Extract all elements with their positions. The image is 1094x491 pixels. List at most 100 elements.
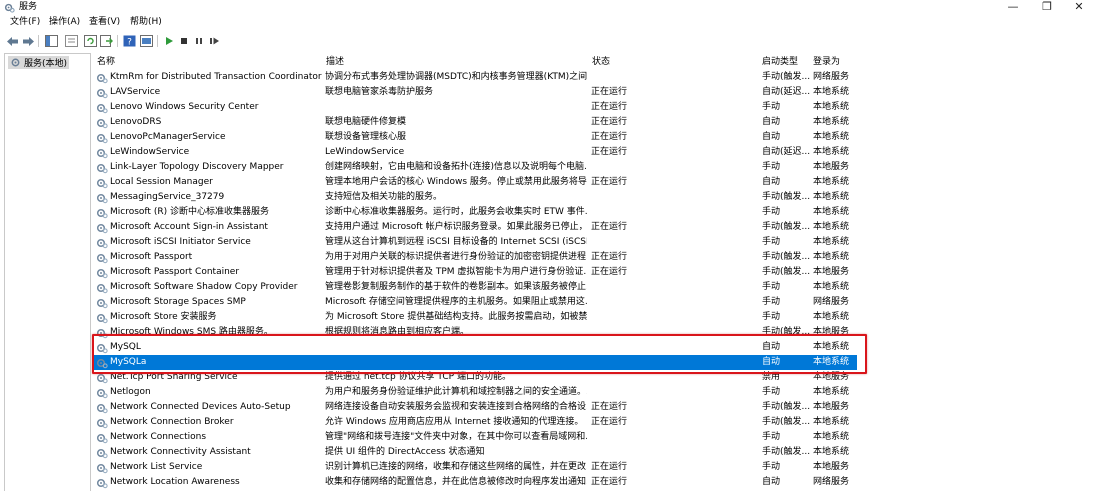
table-row[interactable]: MySQL 自动 本地系统 xyxy=(94,340,1094,355)
service-startup-type-cell: 手动(触发... xyxy=(762,252,811,262)
close-button[interactable]: ✕ xyxy=(1062,0,1094,15)
service-description-cell: 根据规则将消息路由到相应客户端。 xyxy=(325,327,470,337)
service-name-cell: MySQLa xyxy=(110,357,147,367)
service-startup-type-cell: 手动 xyxy=(762,162,781,172)
table-row[interactable]: Link-Layer Topology Discovery Mapper 创建网络… xyxy=(94,160,1094,175)
table-row[interactable]: Network Connected Devices Auto-Setup 网络连接… xyxy=(94,400,1094,415)
service-logon-cell: 本地系统 xyxy=(813,177,850,187)
service-gear-icon xyxy=(96,117,108,129)
service-gear-icon xyxy=(96,162,108,174)
table-row[interactable]: Microsoft Store 安装服务 为 Microsoft Store 提供… xyxy=(94,310,1094,325)
table-row[interactable]: Microsoft Passport Container 管理用于针对标识提供者及… xyxy=(94,265,1094,280)
service-description-cell: 提供 UI 组件的 DirectAccess 状态通知 xyxy=(325,447,485,457)
export-icon[interactable] xyxy=(99,34,113,48)
service-startup-type-cell: 手动 xyxy=(762,312,781,322)
table-row[interactable]: MySQLa 自动 本地系统 xyxy=(94,355,1094,370)
service-gear-icon xyxy=(96,312,108,324)
maximize-button[interactable]: ❐ xyxy=(1030,0,1064,15)
service-name-cell: Microsoft Windows SMS 路由器服务。 xyxy=(110,327,273,337)
column-header-name[interactable]: 名称 xyxy=(94,55,324,69)
refresh-icon[interactable] xyxy=(83,34,97,48)
service-gear-icon xyxy=(96,87,108,99)
tree-item-services-local[interactable]: 服务(本地) xyxy=(8,56,70,69)
table-row[interactable]: MessagingService_37279 支持短信及相关功能的服务。 手动(触发… xyxy=(94,190,1094,205)
table-row[interactable]: LenovoPcManagerService 联想设备管理核心服 正在运行 自动 本地系… xyxy=(94,130,1094,145)
console-tree-icon[interactable] xyxy=(44,34,58,48)
table-row[interactable]: Network Connectivity Assistant 提供 UI 组件的 … xyxy=(94,445,1094,460)
table-row[interactable]: Netlogon 为用户和服务身份验证维护此计算机和域控制器之间的安全通道。...… xyxy=(94,385,1094,400)
menu-help[interactable]: 帮助(H) xyxy=(128,16,164,28)
service-logon-cell: 本地服务 xyxy=(813,462,850,472)
service-name-cell: Microsoft Store 安装服务 xyxy=(110,312,217,322)
service-name-cell: MessagingService_37279 xyxy=(110,192,225,202)
service-name-cell: LAVService xyxy=(110,87,161,97)
service-gear-icon xyxy=(96,207,108,219)
table-row[interactable]: Network Location Awareness 收集和存储网络的配置信息，并… xyxy=(94,475,1094,490)
restart-icon[interactable] xyxy=(207,34,221,48)
column-header-status[interactable]: 状态 xyxy=(589,55,761,69)
properties-icon[interactable] xyxy=(64,34,78,48)
table-row[interactable]: Network List Service 识别计算机已连接的网络，收集和存储这些网… xyxy=(94,460,1094,475)
table-row[interactable]: Microsoft Storage Spaces SMP Microsoft 存储… xyxy=(94,295,1094,310)
forward-arrow-icon[interactable] xyxy=(21,34,35,48)
table-row[interactable]: Net.Tcp Port Sharing Service 提供通过 net.tcp… xyxy=(94,370,1094,385)
table-row[interactable]: LeWindowService LeWindowService 正在运行 自动(延迟.… xyxy=(94,145,1094,160)
service-status-cell xyxy=(591,355,661,370)
service-status-cell: 正在运行 xyxy=(591,132,628,142)
service-startup-type-cell: 手动(触发... xyxy=(762,72,811,82)
service-description-cell: 允许 Windows 应用商店应用从 Internet 接收通知的代理连接。 xyxy=(325,417,584,427)
service-logon-cell: 本地系统 xyxy=(813,192,850,202)
column-header-description[interactable]: 描述 xyxy=(323,55,589,69)
table-row[interactable]: Microsoft Software Shadow Copy Provider 管… xyxy=(94,280,1094,295)
service-status-cell xyxy=(591,325,661,340)
details-icon[interactable] xyxy=(139,34,153,48)
table-row[interactable]: Lenovo Windows Security Center 正在运行 手动 本地系统 xyxy=(94,100,1094,115)
table-row[interactable]: KtmRm for Distributed Transaction Coordi… xyxy=(94,70,1094,85)
service-startup-type-cell: 手动(触发... xyxy=(762,402,811,412)
table-row[interactable]: Microsoft Windows SMS 路由器服务。 根据规则将消息路由到相应… xyxy=(94,325,1094,340)
service-status-cell xyxy=(591,205,661,220)
column-header-logon-as[interactable]: 登录为 xyxy=(810,55,870,69)
service-description-cell: 管理从这台计算机到远程 iSCSI 目标设备的 Internet SCSI (i… xyxy=(325,237,587,247)
service-gear-icon xyxy=(96,297,108,309)
menu-file[interactable]: 文件(F) xyxy=(8,16,42,28)
service-startup-type-cell: 手动 xyxy=(762,282,781,292)
service-status-cell: 正在运行 xyxy=(591,177,628,187)
column-header-startup-type[interactable]: 启动类型 xyxy=(759,55,811,69)
minimize-button[interactable]: — xyxy=(996,0,1030,15)
stop-icon[interactable] xyxy=(177,34,191,48)
table-row[interactable]: LenovoDRS 联想电脑硬件修复模 正在运行 自动 本地系统 xyxy=(94,115,1094,130)
service-name-cell: Microsoft Passport Container xyxy=(110,267,240,277)
service-logon-cell: 本地服务 xyxy=(813,372,850,382)
table-row[interactable]: Network Connection Broker 允许 Windows 应用商店… xyxy=(94,415,1094,430)
table-row[interactable]: Local Session Manager 管理本地用户会话的核心 Windows… xyxy=(94,175,1094,190)
service-startup-type-cell: 自动 xyxy=(762,117,781,127)
service-logon-cell: 本地系统 xyxy=(813,447,850,457)
service-startup-type-cell: 禁用 xyxy=(762,372,781,382)
service-description-cell: 支持短信及相关功能的服务。 xyxy=(325,192,443,202)
table-row[interactable]: Microsoft (R) 诊断中心标准收集器服务 诊断中心标准收集器服务。运行时… xyxy=(94,205,1094,220)
service-name-cell: Netlogon xyxy=(110,387,151,397)
service-gear-icon xyxy=(96,417,108,429)
menu-action[interactable]: 操作(A) xyxy=(47,16,82,28)
play-icon[interactable] xyxy=(162,34,176,48)
service-status-cell xyxy=(591,280,661,295)
service-logon-cell: 网络服务 xyxy=(813,297,850,307)
service-status-cell: 正在运行 xyxy=(591,417,628,427)
toolbar: ? xyxy=(0,31,1094,51)
service-name-cell: Network Connected Devices Auto-Setup xyxy=(110,402,291,412)
service-description-cell: 协调分布式事务处理协调器(MSDTC)和内核事务管理器(KTM)之间... xyxy=(325,72,587,82)
menu-view[interactable]: 查看(V) xyxy=(87,16,122,28)
table-row[interactable]: Microsoft iSCSI Initiator Service 管理从这台计算… xyxy=(94,235,1094,250)
service-logon-cell: 网络服务 xyxy=(813,477,850,487)
service-description-cell: 管理本地用户会话的核心 Windows 服务。停止或禁用此服务将导... xyxy=(325,177,587,187)
pause-icon[interactable] xyxy=(192,34,206,48)
table-row[interactable]: Microsoft Passport 为用于对用户关联的标识提供者进行身份验证的加… xyxy=(94,250,1094,265)
table-row[interactable]: LAVService 联想电脑管家杀毒防护服务 正在运行 自动(延迟... 本地系统 xyxy=(94,85,1094,100)
table-row[interactable]: Network Connections 管理"网络和拨号连接"文件夹中对象，在其中… xyxy=(94,430,1094,445)
service-gear-icon xyxy=(96,447,108,459)
service-gear-icon xyxy=(96,72,108,84)
table-row[interactable]: Microsoft Account Sign-in Assistant 支持用户通… xyxy=(94,220,1094,235)
back-arrow-icon[interactable] xyxy=(5,34,19,48)
help-icon[interactable]: ? xyxy=(122,34,136,48)
